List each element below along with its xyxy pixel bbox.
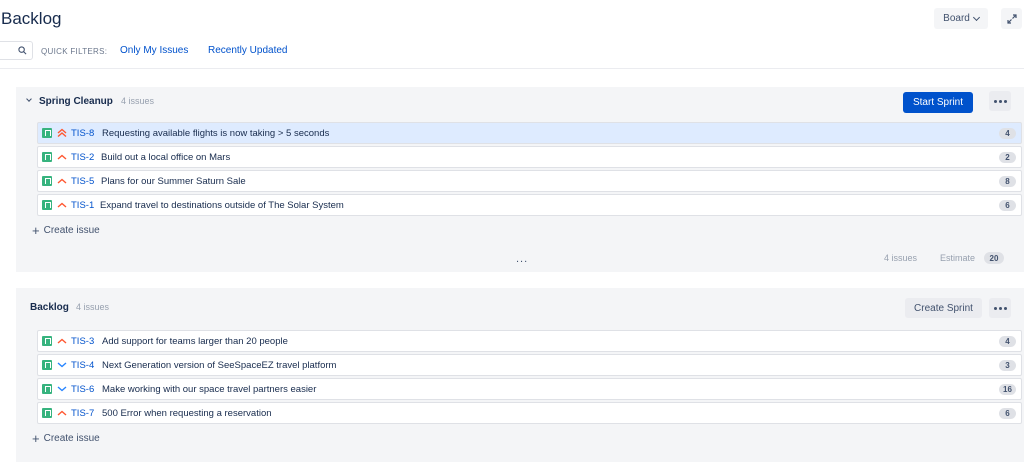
issue-summary: Add support for teams larger than 20 peo…	[102, 336, 288, 347]
issue-row[interactable]: TIS-5 Plans for our Summer Saturn Sale 8	[37, 170, 1022, 192]
issue-key[interactable]: TIS-4	[71, 360, 94, 371]
dot	[993, 99, 997, 103]
sprint-footer-issue-count: 4 issues	[884, 253, 918, 263]
divider	[0, 68, 1024, 69]
chevron-up-icon	[57, 410, 67, 416]
sprint-header: Spring Cleanup 4 issues	[16, 87, 1024, 117]
story-icon	[42, 152, 52, 162]
estimate-badge: 3	[999, 360, 1016, 371]
backlog-issue-count: 4 issues	[76, 302, 110, 312]
sprint-more-button[interactable]	[989, 91, 1011, 111]
board-dropdown-button[interactable]: Board	[934, 8, 988, 29]
page-title: Backlog	[1, 9, 62, 28]
sprint-name: Spring Cleanup	[39, 96, 113, 107]
estimate-badge: 6	[999, 408, 1016, 419]
fullscreen-button[interactable]	[1001, 8, 1022, 29]
issue-key[interactable]: TIS-2	[71, 152, 94, 163]
backlog-header: Backlog 4 issues	[16, 288, 1024, 318]
issue-summary: Make working with our space travel partn…	[102, 384, 317, 395]
story-icon	[42, 360, 52, 370]
issue-summary: Requesting available flights is now taki…	[102, 128, 330, 139]
issue-key[interactable]: TIS-3	[71, 336, 94, 347]
double-chevron-up-icon	[57, 128, 67, 138]
story-icon	[42, 384, 52, 394]
search-input[interactable]	[0, 41, 33, 60]
chevron-up-icon	[57, 338, 67, 344]
issue-summary: Plans for our Summer Saturn Sale	[101, 176, 246, 187]
dot	[993, 306, 997, 310]
search-icon	[18, 46, 27, 55]
plus-icon: +	[32, 430, 40, 446]
plus-icon: +	[32, 222, 40, 238]
chevron-up-icon	[57, 178, 67, 184]
sprint-container: Spring Cleanup 4 issues Start Sprint TIS…	[16, 87, 1024, 272]
story-icon	[42, 200, 52, 210]
issue-row[interactable]: TIS-7 500 Error when requesting a reserv…	[37, 402, 1022, 424]
issue-row[interactable]: TIS-6 Make working with our space travel…	[37, 378, 1022, 400]
show-more-issues[interactable]: ...	[516, 253, 528, 265]
estimate-badge: 16	[999, 384, 1016, 395]
issue-summary: Expand travel to destinations outside of…	[100, 200, 344, 211]
issue-row[interactable]: TIS-1 Expand travel to destinations outs…	[37, 194, 1022, 216]
dot	[998, 99, 1002, 103]
filter-only-my-issues[interactable]: Only My Issues	[120, 45, 188, 56]
chevron-down-icon	[972, 13, 980, 21]
create-issue-button[interactable]: + Create issue	[32, 222, 100, 238]
issue-row[interactable]: TIS-4 Next Generation version of SeeSpac…	[37, 354, 1022, 376]
issue-summary: 500 Error when requesting a reservation	[102, 408, 272, 419]
issue-key[interactable]: TIS-5	[71, 176, 94, 187]
issue-key[interactable]: TIS-8	[71, 128, 94, 139]
create-issue-label: Create issue	[43, 433, 100, 444]
issue-summary: Build out a local office on Mars	[101, 152, 231, 163]
issue-key[interactable]: TIS-1	[71, 200, 94, 211]
dot	[1003, 306, 1007, 310]
estimate-badge: 2	[999, 152, 1016, 163]
backlog-more-button[interactable]	[989, 298, 1011, 318]
story-icon	[42, 176, 52, 186]
chevron-down-icon	[57, 386, 67, 392]
dot	[998, 306, 1002, 310]
chevron-up-icon	[57, 154, 67, 160]
estimate-badge: 4	[999, 336, 1016, 347]
dot	[1003, 99, 1007, 103]
issue-key[interactable]: TIS-6	[71, 384, 94, 395]
sprint-collapse-toggle[interactable]	[24, 95, 33, 104]
create-issue-button[interactable]: + Create issue	[32, 430, 100, 446]
story-icon	[42, 128, 52, 138]
backlog-container: Backlog 4 issues Create Sprint TIS-3 Add…	[16, 288, 1024, 462]
issue-summary: Next Generation version of SeeSpaceEZ tr…	[102, 360, 337, 371]
story-icon	[42, 408, 52, 418]
sprint-estimate-total: 20	[984, 252, 1004, 264]
expand-icon	[1006, 13, 1017, 24]
issue-row[interactable]: TIS-8 Requesting available flights is no…	[37, 122, 1022, 144]
backlog-name: Backlog	[30, 302, 69, 313]
issue-key[interactable]: TIS-7	[71, 408, 94, 419]
estimate-badge: 4	[999, 128, 1016, 139]
board-label: Board	[943, 13, 970, 24]
estimate-badge: 8	[999, 176, 1016, 187]
issue-row[interactable]: TIS-2 Build out a local office on Mars 2	[37, 146, 1022, 168]
issue-row[interactable]: TIS-3 Add support for teams larger than …	[37, 330, 1022, 352]
filter-recently-updated[interactable]: Recently Updated	[208, 45, 288, 56]
start-sprint-button[interactable]: Start Sprint	[903, 92, 973, 113]
chevron-up-icon	[57, 202, 67, 208]
estimate-badge: 6	[999, 200, 1016, 211]
create-sprint-button[interactable]: Create Sprint	[905, 298, 982, 318]
quick-filters-label: QUICK FILTERS:	[41, 47, 108, 56]
story-icon	[42, 336, 52, 346]
sprint-estimate-label: Estimate	[940, 253, 976, 263]
sprint-issue-count: 4 issues	[121, 96, 155, 106]
create-issue-label: Create issue	[43, 225, 100, 236]
chevron-down-icon	[57, 362, 67, 368]
chevron-down-icon	[25, 95, 32, 102]
